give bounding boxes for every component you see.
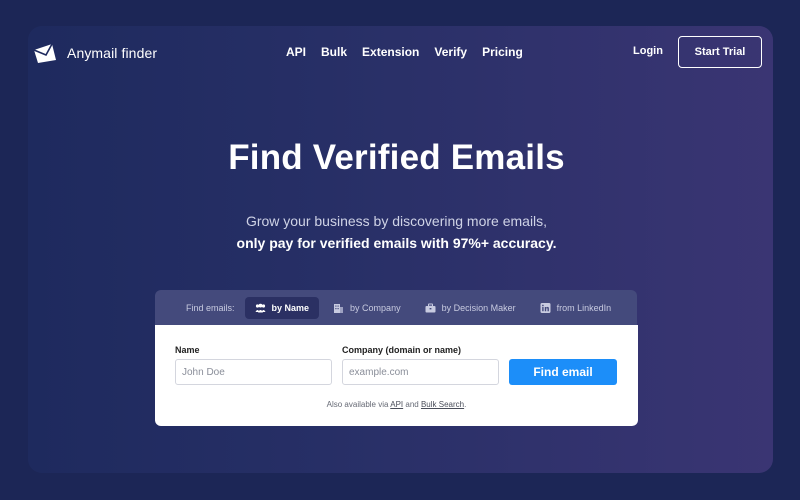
tabs-label: Find emails: (186, 303, 235, 313)
people-icon (255, 303, 266, 313)
hero-title: Find Verified Emails (228, 138, 565, 177)
main-nav: API Bulk Extension Verify Pricing (286, 45, 538, 59)
availability-note: Also available via API and Bulk Search. (155, 400, 638, 409)
find-email-button[interactable]: Find email (509, 359, 617, 385)
company-field-label: Company (domain or name) (342, 345, 462, 355)
tab-label: from LinkedIn (556, 303, 612, 313)
start-trial-button[interactable]: Start Trial (678, 36, 762, 68)
landing-page: Anymail finder API Bulk Extension Verify… (28, 26, 773, 473)
hero-subtitle-line1: Grow your business by discovering more e… (245, 213, 548, 229)
name-field-label: Name (175, 345, 200, 355)
envelope-logo-icon (33, 43, 56, 63)
bulk-search-link[interactable]: Bulk Search (421, 400, 464, 409)
search-form-card: Name Company (domain or name) Find email… (155, 325, 638, 426)
company-input[interactable] (342, 359, 499, 385)
note-prefix: Also available via (326, 400, 389, 409)
tab-label: by Decision Maker (441, 303, 516, 313)
hero-subtitle: Grow your business by discovering more e… (28, 210, 765, 254)
building-icon (334, 304, 344, 313)
note-suffix: . (464, 400, 467, 409)
hero-subtitle-line2: only pay for verified emails with 97%+ a… (236, 235, 557, 251)
tab-by-name[interactable]: by Name (244, 297, 320, 319)
search-mode-tabs: Find emails: by Name by Company by Decis… (155, 290, 637, 326)
nav-item-bulk[interactable]: Bulk (321, 45, 347, 59)
name-input[interactable] (175, 359, 332, 385)
briefcase-icon (425, 303, 436, 313)
tab-by-company[interactable]: by Company (323, 297, 411, 319)
nav-item-verify[interactable]: Verify (434, 45, 467, 59)
note-and: and (405, 400, 419, 409)
nav-item-api[interactable]: API (286, 45, 306, 59)
tab-label: by Company (350, 303, 401, 313)
tab-label: by Name (271, 303, 310, 313)
login-link[interactable]: Login (633, 45, 663, 57)
tab-by-decision-maker[interactable]: by Decision Maker (415, 297, 526, 319)
brand-logo[interactable]: Anymail finder (32, 42, 157, 64)
tab-from-linkedin[interactable]: from LinkedIn (530, 297, 622, 319)
linkedin-icon (540, 303, 551, 313)
nav-item-pricing[interactable]: Pricing (482, 45, 523, 59)
api-link[interactable]: API (390, 400, 403, 409)
brand-name: Anymail finder (67, 45, 158, 61)
nav-item-extension[interactable]: Extension (362, 45, 419, 59)
